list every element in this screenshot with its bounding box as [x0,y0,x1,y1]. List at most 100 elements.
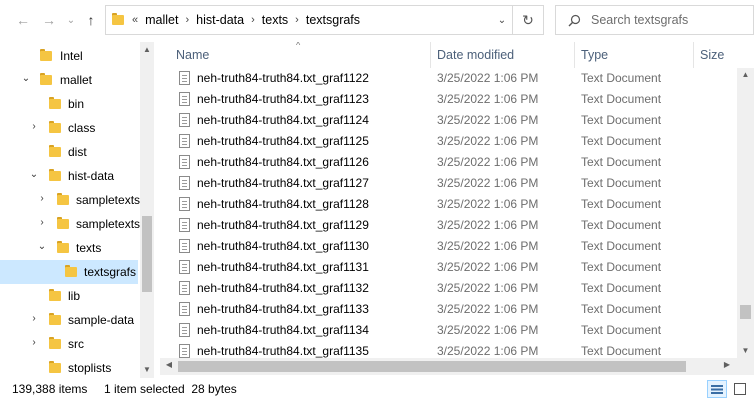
table-row[interactable]: neh-truth84-truth84.txt_graf1124 3/25/202… [160,110,754,131]
breadcrumb-hist-data[interactable]: hist-data [191,13,249,27]
scroll-down-icon[interactable]: ▼ [737,346,754,355]
nav-item-label: Intel [60,49,83,63]
text-document-icon [179,344,190,358]
refresh-button[interactable]: ↻ [512,6,543,34]
arrow-up-icon: ↑ [87,12,95,28]
table-row[interactable]: neh-truth84-truth84.txt_graf1132 3/25/202… [160,278,754,299]
breadcrumb-texts[interactable]: texts [257,13,293,27]
breadcrumb-overflow[interactable]: « [130,14,140,26]
table-row[interactable]: neh-truth84-truth84.txt_graf1127 3/25/202… [160,173,754,194]
selection-info: 1 item selected 28 bytes [104,382,237,396]
table-row[interactable]: neh-truth84-truth84.txt_graf1134 3/25/202… [160,320,754,341]
scroll-up-icon[interactable]: ▲ [737,70,754,79]
search-input[interactable]: Search textsgrafs [591,13,688,27]
table-row[interactable]: neh-truth84-truth84.txt_graf1133 3/25/202… [160,299,754,320]
file-name: neh-truth84-truth84.txt_graf1130 [197,239,369,253]
breadcrumb-mallet[interactable]: mallet [140,13,183,27]
large-icons-view-button[interactable] [730,380,750,398]
chevron-down-icon[interactable]: ⌄ [28,169,40,180]
chevron-right-icon[interactable]: › [28,313,40,324]
forward-button[interactable]: → [40,11,58,29]
search-box[interactable]: Search textsgrafs [555,5,754,35]
nav-item-sampletexts-2[interactable]: › sampletexts [0,212,154,236]
file-type: Text Document [581,344,662,358]
chevron-down-icon[interactable]: ⌄ [20,73,32,84]
table-row[interactable]: neh-truth84-truth84.txt_graf1123 3/25/202… [160,89,754,110]
chevron-right-icon[interactable]: › [28,121,40,132]
chevron-right-icon[interactable]: › [28,337,40,348]
nav-item-stoplists[interactable]: stoplists [0,356,154,378]
nav-item-dist[interactable]: dist [0,140,154,164]
nav-item-intel[interactable]: Intel [0,44,154,68]
column-header-name[interactable]: Name [170,42,431,68]
nav-item-sample-data[interactable]: › sample-data [0,308,154,332]
nav-item-sampletexts-1[interactable]: › sampletexts [0,188,154,212]
chevron-right-icon[interactable]: › [36,217,48,228]
nav-item-src[interactable]: › src [0,332,154,356]
horizontal-scrollbar-thumb[interactable] [178,361,686,372]
nav-item-bin[interactable]: bin [0,92,154,116]
text-document-icon [179,92,190,106]
nav-item-hist-data[interactable]: ⌄ hist-data [0,164,154,188]
nav-item-textsgrafs[interactable]: textsgrafs [0,260,138,284]
up-button[interactable]: ↑ [82,11,100,29]
arrow-left-icon: ← [16,12,30,28]
nav-item-label: sample-data [68,313,135,327]
table-row[interactable]: neh-truth84-truth84.txt_graf1129 3/25/202… [160,215,754,236]
table-row[interactable]: neh-truth84-truth84.txt_graf1131 3/25/202… [160,257,754,278]
nav-item-lib[interactable]: lib [0,284,154,308]
nav-item-label: class [68,121,96,135]
nav-item-class[interactable]: › class [0,116,154,140]
table-row[interactable]: neh-truth84-truth84.txt_graf1126 3/25/202… [160,152,754,173]
toolbar: ← → ⌄ ↑ « mallet › hist-data › texts › t… [0,0,754,42]
nav-item-mallet[interactable]: ⌄ mallet [0,68,154,92]
chevron-right-icon[interactable]: › [249,14,257,26]
file-date: 3/25/2022 1:06 PM [437,260,539,274]
nav-scrollbar-thumb[interactable] [142,216,152,292]
file-name: neh-truth84-truth84.txt_graf1135 [197,344,369,358]
file-date: 3/25/2022 1:06 PM [437,302,539,316]
status-bar: 139,388 items 1 item selected 28 bytes [0,378,754,401]
file-type: Text Document [581,281,662,295]
file-date: 3/25/2022 1:06 PM [437,134,539,148]
back-button[interactable]: ← [14,11,32,29]
column-header-date-modified[interactable]: Date modified [431,42,575,68]
nav-item-texts[interactable]: ⌄ texts [0,236,154,260]
text-document-icon [179,260,190,274]
file-date: 3/25/2022 1:06 PM [437,155,539,169]
nav-item-label: lib [68,289,81,303]
address-dropdown-button[interactable]: ⌄ [492,15,512,26]
breadcrumb-textsgrafs[interactable]: textsgrafs [301,13,365,27]
file-list-horizontal-scrollbar[interactable]: ◀ ▶ [160,358,754,375]
file-date: 3/25/2022 1:06 PM [437,239,539,253]
recent-locations-button[interactable]: ⌄ [62,11,80,29]
column-header-type[interactable]: Type [575,42,694,68]
table-row[interactable]: neh-truth84-truth84.txt_graf1130 3/25/202… [160,236,754,257]
scroll-right-icon[interactable]: ▶ [720,360,734,369]
details-view-button[interactable] [707,380,727,398]
folder-icon [49,313,61,325]
vertical-scrollbar-thumb[interactable] [740,305,751,319]
scroll-down-icon[interactable]: ▼ [140,365,154,374]
scroll-left-icon[interactable]: ◀ [162,360,176,369]
file-date: 3/25/2022 1:06 PM [437,281,539,295]
table-row[interactable]: neh-truth84-truth84.txt_graf1128 3/25/202… [160,194,754,215]
chevron-down-icon: ⌄ [497,14,507,26]
nav-scrollbar[interactable]: ▲ ▼ [140,42,154,378]
table-row[interactable]: neh-truth84-truth84.txt_graf1125 3/25/202… [160,131,754,152]
text-document-icon [179,155,190,169]
chevron-right-icon[interactable]: › [293,14,301,26]
file-list-vertical-scrollbar[interactable]: ▲ ▼ [737,68,754,358]
chevron-down-icon[interactable]: ⌄ [36,241,48,252]
table-row[interactable]: neh-truth84-truth84.txt_graf1122 3/25/202… [160,68,754,89]
folder-icon [57,193,69,205]
file-type: Text Document [581,155,662,169]
address-bar[interactable]: « mallet › hist-data › texts › textsgraf… [105,5,544,35]
chevron-right-icon[interactable]: › [183,14,191,26]
scroll-up-icon[interactable]: ▲ [140,45,154,54]
folder-icon [40,73,52,85]
column-header-size[interactable]: Size [694,42,754,68]
chevron-right-icon[interactable]: › [36,193,48,204]
file-name: neh-truth84-truth84.txt_graf1122 [197,71,369,85]
text-document-icon [179,134,190,148]
